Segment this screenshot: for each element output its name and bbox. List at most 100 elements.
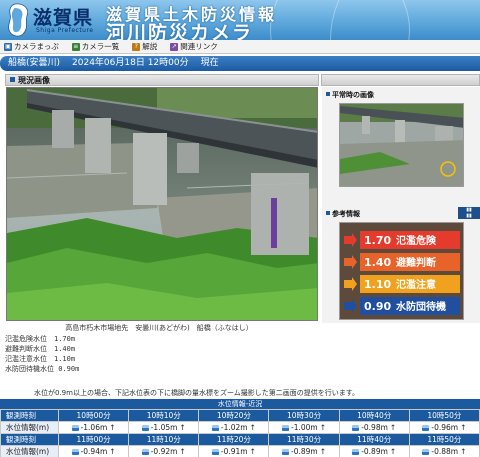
section-marker-icon [326, 211, 330, 215]
section-title: 平常時の画像 [332, 91, 374, 99]
normal-image-thumbnail[interactable] [339, 103, 464, 187]
prefecture-name: 滋賀県 [33, 7, 94, 29]
water-level-value: -0.89m [291, 447, 318, 456]
value-cell: -1.06m ↑ [57, 421, 130, 434]
time-cell: 11時20分 [198, 433, 270, 446]
water-wave-icon [211, 425, 219, 431]
trend-up-icon: ↑ [319, 423, 327, 432]
water-wave-icon [141, 449, 149, 455]
reference-sign-row: 1.40 避難判断 [344, 253, 460, 271]
time-cell: 10時50分 [408, 409, 480, 422]
side-panel: 平常時の画像 参考情報 ▮▮ ▮▮ 1.70 氾濫危険 1.40 避難判断 1.10 氾濫注… [322, 87, 480, 323]
location-bar: 船橋(安曇川) 2024年06月18日 12時00分 現在 [0, 56, 480, 71]
reference-sign-row: 1.10 氾濫注意 [344, 275, 460, 293]
nav-camera-map[interactable]: ▣ カメラまっぷ [4, 41, 59, 52]
river-camera-photo [7, 88, 317, 320]
time-row-label: 観測時刻 [0, 409, 59, 422]
time-cell: 11時30分 [268, 433, 340, 446]
value-cell: -0.89m ↑ [338, 445, 410, 457]
site-header: 滋賀県 Shiga Prefecture 滋賀県土木防災情報 河川防災カメラ [0, 0, 480, 40]
time-cell: 10時40分 [338, 409, 410, 422]
water-wave-icon [282, 449, 290, 455]
water-level-value: -0.92m [150, 447, 178, 456]
section-title: 参考情報 [332, 210, 360, 218]
level-caution: 氾濫注意水位 1.10m [5, 355, 76, 363]
nav-links[interactable]: ↗ 関連リンク [170, 41, 218, 52]
side-header-bar [321, 74, 480, 86]
water-level-title: 水位情報-近況 [0, 399, 480, 409]
trend-up-icon: ↑ [319, 447, 327, 456]
nav-label: 解説 [142, 42, 158, 51]
level-value: 1.40 [364, 256, 391, 269]
location-name: 船橋(安曇川) [8, 58, 61, 68]
water-wave-icon [352, 425, 360, 431]
level-standby: 水防団待機水位 0.90m [5, 365, 80, 373]
value-cell: -0.92m ↑ [128, 445, 200, 457]
time-cell: 11時00分 [57, 433, 130, 446]
time-row-label: 観測時刻 [0, 433, 59, 446]
level-thresholds: 氾濫危険水位 1.70m 避難判断水位 1.40m 氾濫注意水位 1.10m 水… [5, 334, 79, 374]
water-wave-icon [141, 425, 149, 431]
water-wave-icon [71, 425, 79, 431]
trend-up-icon: ↑ [460, 423, 467, 432]
water-level-value: -0.98m [361, 423, 388, 432]
level-label: 避難判断 [395, 256, 436, 269]
value-row: 水位情報(m) -0.94m ↑ -0.92m ↑ -0.91m ↑ -0.89m ↑ -0.89… [0, 445, 480, 457]
time-cell: 10時00分 [57, 409, 130, 422]
level-arrow-icon [344, 277, 357, 291]
level-sign-graphic: 1.70 氾濫危険 1.40 避難判断 1.10 氾濫注意 0.90 水防団待機 [344, 231, 460, 315]
value-cell: -1.05m ↑ [128, 421, 200, 434]
time-cell: 10時20分 [198, 409, 270, 422]
value-cell: -0.94m ↑ [57, 445, 130, 457]
water-level-table: 観測時刻 10時00分 10時10分 10時20分 10時30分 10時40分 10時50分… [0, 409, 480, 457]
trend-up-icon: ↑ [109, 447, 116, 456]
water-level-value: -0.91m [220, 447, 248, 456]
current-image-header: 現況画像 [5, 74, 319, 86]
camera-list-icon: ≡ [71, 42, 80, 51]
water-wave-icon [422, 449, 430, 455]
reference-sign-row: 0.90 水防団待機 [344, 297, 460, 315]
time-cell: 10時10分 [128, 409, 200, 422]
level-arrow-icon [344, 255, 357, 269]
main-nav: ▣ カメラまっぷ ≡ カメラ一覧 ? 解説 ↗ 関連リンク [0, 40, 480, 54]
time-cell: 11時10分 [128, 433, 200, 446]
level-value: 1.70 [364, 234, 391, 247]
location-datetime: 2024年06月18日 12時00分 [72, 58, 189, 68]
value-row-label: 水位情報(m) [0, 421, 59, 434]
water-level-value: -1.05m [150, 423, 178, 432]
value-cell: -1.02m ↑ [198, 421, 270, 434]
info-note: 水位が0.9m以上の場合、下記水位表の下に橋脚の量水標をズーム撮影した第二画面の… [34, 389, 360, 397]
camera-image[interactable] [6, 87, 318, 321]
normal-image-heading: 平常時の画像 [326, 90, 374, 100]
water-level-value: -1.00m [291, 423, 318, 432]
level-evacuation: 避難判断水位 1.40m [5, 345, 76, 353]
water-wave-icon [211, 449, 219, 455]
level-danger: 氾濫危険水位 1.70m [5, 335, 76, 343]
water-wave-icon [422, 425, 430, 431]
value-row-label: 水位情報(m) [0, 445, 59, 457]
nav-label: 関連リンク [180, 42, 218, 51]
level-arrow-icon [344, 299, 357, 313]
header-decoration [330, 0, 480, 40]
location-status: 現在 [200, 58, 219, 68]
shiga-logo-icon [8, 3, 29, 37]
nav-help[interactable]: ? 解説 [132, 41, 157, 52]
site-subtitle: 河川防災カメラ [106, 22, 254, 40]
water-level-value: -1.02m [220, 423, 248, 432]
time-row: 観測時刻 11時00分 11時10分 11時20分 11時30分 11時40分 11時50分 [0, 433, 480, 446]
help-icon: ? [132, 42, 141, 51]
time-cell: 10時30分 [268, 409, 340, 422]
nav-camera-list[interactable]: ≡ カメラ一覧 [71, 41, 119, 52]
location-caption: 高島市朽木市場地先 安曇川(あどがわ) 船橋（ふなはし） [65, 324, 253, 332]
section-marker-icon [326, 92, 330, 96]
value-cell: -0.91m ↑ [198, 445, 270, 457]
value-row: 水位情報(m) -1.06m ↑ -1.05m ↑ -1.02m ↑ -1.00m ↑ -0.98… [0, 421, 480, 434]
camera-map-icon: ▣ [4, 42, 12, 51]
water-wave-icon [282, 425, 290, 431]
trend-up-icon: ↑ [249, 447, 256, 456]
level-label: 水防団待機 [395, 300, 446, 313]
trend-up-icon: ↑ [179, 447, 186, 456]
value-cell: -0.98m ↑ [338, 421, 410, 434]
reference-badge-icon: ▮▮ ▮▮ [458, 207, 480, 219]
value-cell: -0.89m ↑ [268, 445, 340, 457]
